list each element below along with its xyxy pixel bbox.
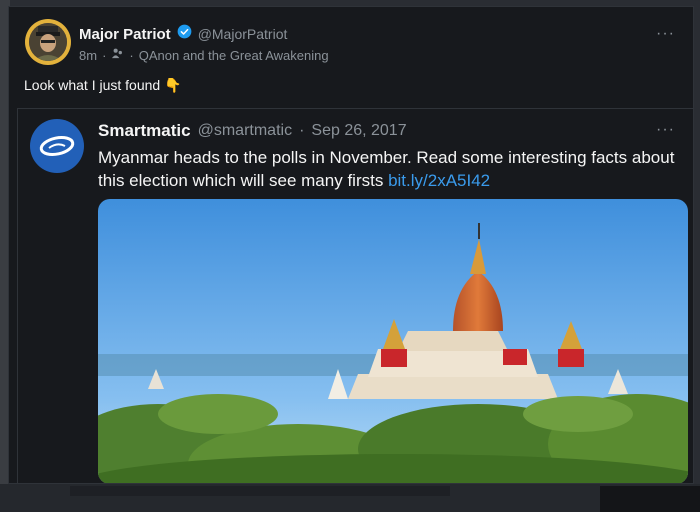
author-avatar[interactable] (25, 19, 71, 65)
quoted-author-handle[interactable]: @smartmatic (198, 122, 292, 140)
author-name[interactable]: Major Patriot (79, 26, 171, 43)
tweet-card[interactable]: Major Patriot @MajorPatriot 8m · · QAnon… (8, 6, 694, 484)
background-dark-corner (600, 486, 700, 512)
quoted-tweet-date[interactable]: Sep 26, 2017 (311, 122, 406, 140)
pointing-down-emoji: 👇 (164, 77, 182, 93)
quoted-more-options-icon[interactable]: ··· (656, 121, 675, 139)
date-separator: · (299, 122, 305, 139)
tweet-time[interactable]: 8m (79, 48, 97, 63)
community-icon (111, 47, 124, 63)
verified-badge-icon (177, 24, 192, 44)
author-handle[interactable]: @MajorPatriot (198, 26, 288, 42)
quoted-tweet[interactable]: Smartmatic @smartmatic · Sep 26, 2017 ··… (17, 108, 693, 483)
tweet-text: Look what I just found 👇 (24, 77, 182, 94)
community-name[interactable]: QAnon and the Great Awakening (139, 48, 329, 63)
tweet-text-body: Look what I just found (24, 77, 161, 93)
quoted-tweet-link[interactable]: bit.ly/2xA5I42 (388, 171, 490, 190)
smartmatic-logo-icon[interactable] (30, 119, 84, 173)
background-bottom-strip (70, 486, 450, 496)
avatar-photo (29, 23, 67, 61)
meta-separator: · (129, 47, 134, 63)
quoted-tweet-body: Myanmar heads to the polls in November. … (98, 148, 675, 190)
more-options-icon[interactable]: ··· (656, 25, 675, 43)
pagoda-photo[interactable] (98, 199, 688, 483)
quoted-tweet-text: Myanmar heads to the polls in November. … (98, 146, 688, 192)
quoted-author-name[interactable]: Smartmatic (98, 121, 191, 141)
meta-separator: · (102, 47, 107, 63)
